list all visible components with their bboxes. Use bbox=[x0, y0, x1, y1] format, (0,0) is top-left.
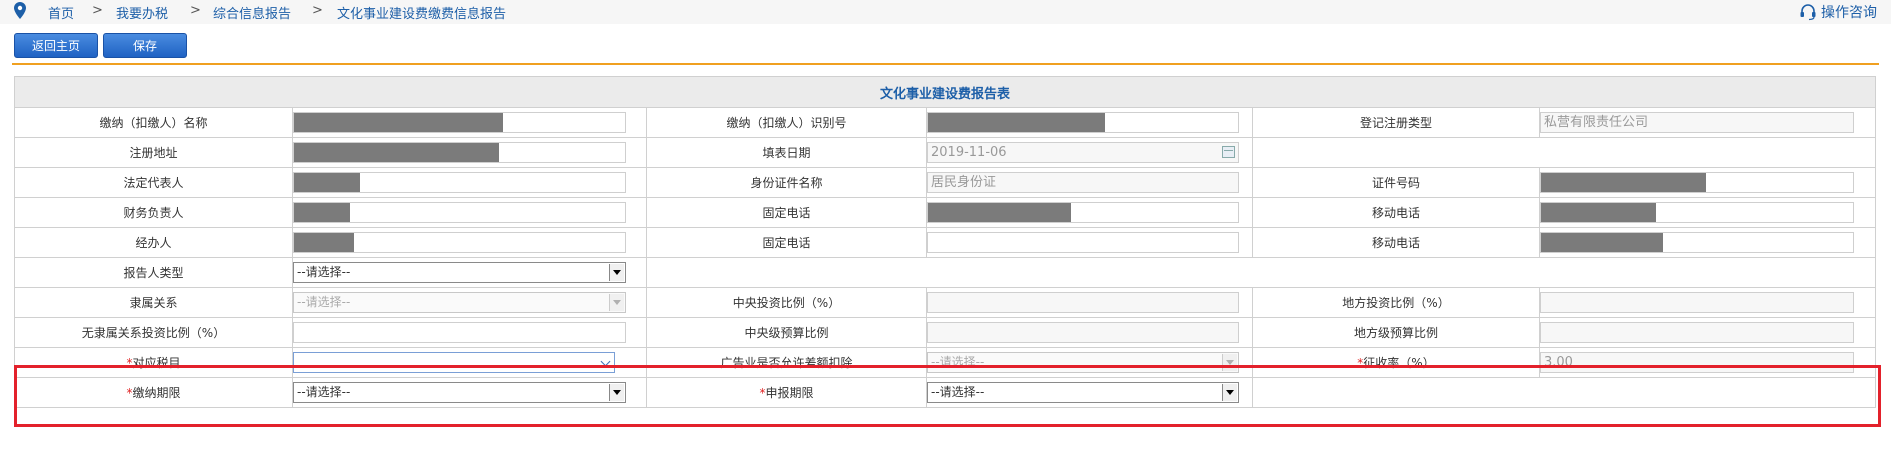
handler-mobile-phone-field[interactable] bbox=[1540, 232, 1854, 253]
label-mobile-phone: 移动电话 bbox=[1252, 197, 1540, 228]
label-handler: 经办人 bbox=[14, 227, 293, 258]
dropdown-arrow-icon bbox=[1222, 354, 1237, 371]
select-value: --请选择-- bbox=[297, 385, 351, 399]
payer-id-field[interactable] bbox=[927, 112, 1239, 133]
label-id-number: 证件号码 bbox=[1252, 167, 1540, 198]
label-tax-item: *对应税目 bbox=[14, 347, 293, 378]
label-text: 申报期限 bbox=[765, 386, 814, 400]
breadcrumb-tax-link[interactable]: 我要办税 bbox=[116, 3, 168, 22]
empty-cell bbox=[1251, 137, 1877, 168]
report-period-select[interactable]: --请选择-- bbox=[927, 382, 1239, 403]
fixed-phone-field[interactable] bbox=[927, 202, 1239, 223]
header-divider bbox=[12, 63, 1879, 65]
label-mobile-phone-2: 移动电话 bbox=[1252, 227, 1540, 258]
empty-cell bbox=[645, 257, 1877, 288]
label-fill-date: 填表日期 bbox=[646, 137, 927, 168]
ad-deduction-select[interactable]: --请选择-- bbox=[927, 352, 1239, 373]
label-central-invest-ratio: 中央投资比例（%） bbox=[646, 287, 927, 318]
breadcrumb-separator: > bbox=[92, 3, 103, 18]
masked-value bbox=[1541, 173, 1707, 192]
report-form-grid: 文化事业建设费报告表 缴纳（扣缴人）名称 缴纳（扣缴人）识别号 登记注册类型 私… bbox=[13, 76, 1877, 408]
masked-value bbox=[1541, 233, 1663, 252]
breadcrumb-separator: > bbox=[312, 3, 323, 18]
calendar-icon[interactable] bbox=[1222, 146, 1235, 158]
top-bar: 首页 > 我要办税 > 综合信息报告 > 文化事业建设费缴费信息报告 操作咨询 bbox=[0, 0, 1891, 24]
breadcrumb-current: 文化事业建设费缴费信息报告 bbox=[337, 7, 507, 22]
back-home-button[interactable]: 返回主页 bbox=[14, 33, 98, 58]
no-affil-invest-ratio-field[interactable] bbox=[293, 322, 626, 343]
breadcrumb-report-link[interactable]: 综合信息报告 bbox=[213, 3, 291, 22]
levy-rate-field[interactable]: 3.00 bbox=[1540, 352, 1854, 373]
form-title: 文化事业建设费报告表 bbox=[13, 76, 1877, 108]
select-value: --请选择-- bbox=[297, 265, 351, 279]
reg-address-field[interactable] bbox=[293, 142, 626, 163]
chevron-down-icon[interactable] bbox=[598, 354, 613, 371]
dropdown-arrow-icon[interactable] bbox=[609, 264, 624, 281]
label-payer-name: 缴纳（扣缴人）名称 bbox=[14, 107, 293, 138]
masked-value bbox=[294, 233, 354, 252]
label-id-doc-name: 身份证件名称 bbox=[646, 167, 927, 198]
select-value: --请选择-- bbox=[931, 355, 985, 369]
label-text: 缴纳期限 bbox=[132, 386, 181, 400]
save-button[interactable]: 保存 bbox=[103, 33, 187, 58]
label-text: 对应税目 bbox=[132, 356, 181, 370]
dropdown-arrow-icon[interactable] bbox=[609, 384, 624, 401]
label-legal-rep: 法定代表人 bbox=[14, 167, 293, 198]
local-invest-ratio-field[interactable] bbox=[1540, 292, 1854, 313]
finance-head-field[interactable] bbox=[293, 202, 626, 223]
select-value: --请选择-- bbox=[297, 295, 351, 309]
masked-value bbox=[294, 203, 351, 222]
help-consult-link[interactable]: 操作咨询 bbox=[1799, 2, 1877, 22]
masked-value bbox=[294, 143, 500, 162]
masked-value bbox=[1541, 203, 1657, 222]
label-finance-head: 财务负责人 bbox=[14, 197, 293, 228]
label-no-affil-invest-ratio: 无隶属关系投资比例（%） bbox=[14, 317, 293, 348]
tax-item-select[interactable] bbox=[293, 352, 615, 373]
label-fixed-phone-2: 固定电话 bbox=[646, 227, 927, 258]
masked-value bbox=[294, 173, 361, 192]
local-budget-ratio-field[interactable] bbox=[1540, 322, 1854, 343]
fill-date-field[interactable]: 2019-11-06 bbox=[927, 142, 1239, 163]
reg-type-field[interactable]: 私营有限责任公司 bbox=[1540, 112, 1854, 133]
headset-icon bbox=[1800, 4, 1816, 21]
label-pay-period: *缴纳期限 bbox=[14, 377, 293, 408]
breadcrumb-separator: > bbox=[190, 3, 201, 18]
masked-value bbox=[294, 113, 503, 132]
handler-fixed-phone-field[interactable] bbox=[927, 232, 1239, 253]
empty-cell bbox=[1251, 377, 1877, 408]
affiliation-select[interactable]: --请选择-- bbox=[293, 292, 626, 313]
label-local-invest-ratio: 地方投资比例（%） bbox=[1252, 287, 1540, 318]
legal-rep-field[interactable] bbox=[293, 172, 626, 193]
id-number-field[interactable] bbox=[1540, 172, 1854, 193]
label-text: 征收率（%） bbox=[1363, 356, 1435, 370]
label-fixed-phone: 固定电话 bbox=[646, 197, 927, 228]
label-levy-rate: *征收率（%） bbox=[1252, 347, 1540, 378]
central-invest-ratio-field[interactable] bbox=[927, 292, 1239, 313]
breadcrumb-home-link[interactable]: 首页 bbox=[48, 3, 74, 22]
label-reporter-type: 报告人类型 bbox=[14, 257, 293, 288]
handler-field[interactable] bbox=[293, 232, 626, 253]
masked-value bbox=[928, 113, 1105, 132]
central-budget-ratio-field[interactable] bbox=[927, 322, 1239, 343]
select-value: --请选择-- bbox=[931, 385, 985, 399]
pay-period-select[interactable]: --请选择-- bbox=[293, 382, 626, 403]
reporter-type-select[interactable]: --请选择-- bbox=[293, 262, 626, 283]
mobile-phone-field[interactable] bbox=[1540, 202, 1854, 223]
label-reg-type: 登记注册类型 bbox=[1252, 107, 1540, 138]
label-central-budget-ratio: 中央级预算比例 bbox=[646, 317, 927, 348]
masked-value bbox=[928, 203, 1071, 222]
label-reg-address: 注册地址 bbox=[14, 137, 293, 168]
label-report-period: *申报期限 bbox=[646, 377, 927, 408]
dropdown-arrow-icon[interactable] bbox=[1222, 384, 1237, 401]
help-label: 操作咨询 bbox=[1821, 5, 1877, 21]
label-local-budget-ratio: 地方级预算比例 bbox=[1252, 317, 1540, 348]
dropdown-arrow-icon bbox=[609, 294, 624, 311]
id-doc-name-field[interactable]: 居民身份证 bbox=[927, 172, 1239, 193]
label-payer-id: 缴纳（扣缴人）识别号 bbox=[646, 107, 927, 138]
label-ad-deduction: 广告业是否允许差额扣除 bbox=[646, 347, 927, 378]
label-affiliation: 隶属关系 bbox=[14, 287, 293, 318]
fill-date-value: 2019-11-06 bbox=[931, 145, 1007, 160]
location-pin-icon bbox=[14, 2, 26, 19]
payer-name-field[interactable] bbox=[293, 112, 626, 133]
